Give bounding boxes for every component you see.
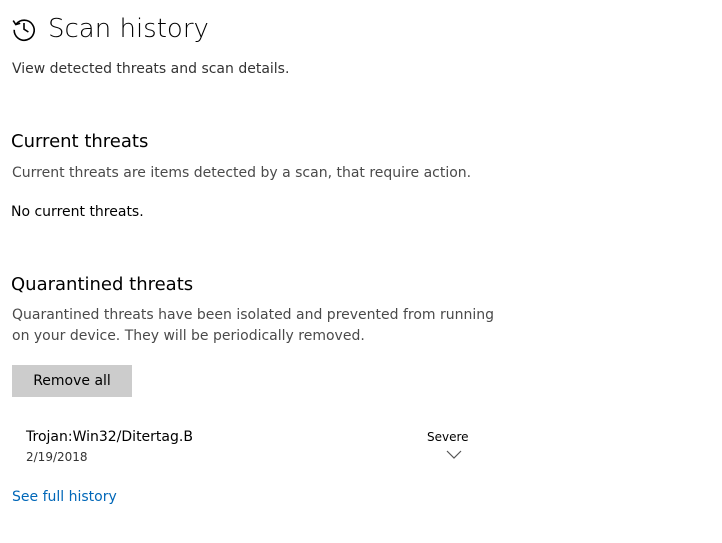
see-full-history-link[interactable]: See full history bbox=[12, 489, 117, 505]
remove-all-button[interactable]: Remove all bbox=[12, 365, 132, 397]
threat-date: 2/19/2018 bbox=[26, 450, 88, 464]
current-threats-description: Current threats are items detected by a … bbox=[12, 165, 472, 181]
page-subtitle: View detected threats and scan details. bbox=[12, 61, 290, 77]
quarantined-threat-row[interactable]: Trojan:Win32/Ditertag.B 2/19/2018 Severe bbox=[26, 428, 476, 468]
chevron-down-icon[interactable] bbox=[444, 448, 464, 462]
current-threats-heading: Current threats bbox=[11, 131, 149, 152]
current-threats-status: No current threats. bbox=[11, 204, 144, 220]
page-header: Scan history bbox=[10, 12, 209, 46]
page-title: Scan history bbox=[48, 14, 209, 44]
threat-severity: Severe bbox=[427, 430, 469, 444]
threat-name: Trojan:Win32/Ditertag.B bbox=[26, 429, 193, 445]
quarantined-threats-heading: Quarantined threats bbox=[11, 274, 194, 295]
scan-history-page: Scan history View detected threats and s… bbox=[0, 0, 722, 543]
quarantined-threats-description: Quarantined threats have been isolated a… bbox=[12, 307, 495, 344]
history-icon bbox=[12, 19, 35, 41]
